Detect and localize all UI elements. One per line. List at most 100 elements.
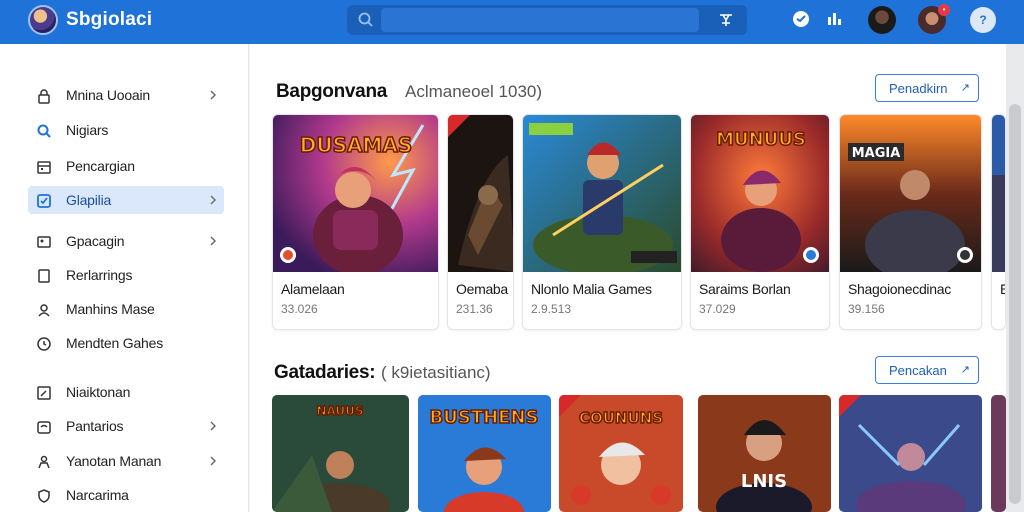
sidebar-item[interactable]: Rerlarrings — [28, 261, 224, 289]
game-title: Alamelaan — [281, 281, 345, 297]
game-cover-image: MUNUUS — [691, 115, 829, 272]
category-cover-title: NAUUS — [316, 404, 363, 418]
gift-icon — [37, 421, 51, 434]
sidebar-item[interactable]: Nigiars — [28, 116, 224, 144]
chevron-right-icon — [210, 456, 216, 466]
scrollbar-thumb[interactable] — [1009, 104, 1021, 504]
notification-badge: • — [938, 4, 950, 16]
checkbox-icon — [37, 194, 51, 208]
category-card[interactable]: LNIS — [698, 395, 831, 512]
category-cover-title: BUSTHENS — [430, 407, 539, 428]
chevron-right-icon — [210, 90, 216, 100]
sidebar-item[interactable]: Pencargian — [28, 152, 224, 180]
game-title: Shagoionecdinac — [848, 281, 951, 297]
game-cover-title: DUSAMAS — [300, 133, 413, 157]
section-action-label: Penadkirn — [889, 80, 948, 96]
category-cover-image: LNIS — [698, 395, 831, 512]
game-cover-image: DUSAMAS — [273, 115, 438, 272]
chevron-right-icon — [210, 236, 216, 246]
category-card[interactable]: COUNUNS — [559, 395, 683, 512]
category-cover-image: COUNUNS — [559, 395, 683, 512]
game-meta: 39.156 — [848, 302, 885, 316]
sidebar-item[interactable]: Pantarios — [28, 412, 224, 440]
section-title: Gatadaries: — [274, 362, 376, 383]
help-button[interactable]: ? — [970, 7, 996, 33]
sidebar-item[interactable]: Narcarima — [28, 481, 224, 509]
avatar[interactable] — [868, 6, 896, 34]
category-cover-title: LNIS — [741, 471, 787, 492]
sidebar-item-label: Mendten Gahes — [66, 335, 164, 351]
chevron-right-icon — [210, 421, 216, 431]
search-bar — [347, 5, 747, 35]
stats-icon[interactable] — [824, 8, 846, 30]
game-card[interactable]: Oemaba 231.36 — [447, 114, 514, 330]
sidebar-item-label: Mnina Uooain — [66, 87, 150, 103]
game-cover-image — [523, 115, 681, 272]
game-title: Saraims Borlan — [699, 281, 791, 297]
sidebar-item-label: Gpacagin — [66, 233, 125, 249]
search-icon[interactable] — [357, 11, 375, 29]
sidebar-item-label: Narcarima — [66, 487, 129, 503]
category-cover-title: COUNUNS — [579, 409, 663, 427]
search-icon — [37, 124, 51, 138]
calendar-icon — [37, 161, 51, 174]
edit-icon — [37, 386, 51, 400]
game-cover-title: MAGIA — [852, 146, 901, 161]
person-icon — [38, 455, 50, 469]
section-action-button[interactable]: Pencakan ↗ — [875, 356, 979, 384]
game-card[interactable]: E — [991, 114, 1006, 330]
game-meta: 2.9.513 — [531, 302, 572, 316]
sidebar-item-label: Nigiars — [66, 122, 109, 138]
lock-icon — [38, 89, 50, 104]
category-cover-image — [991, 395, 1006, 512]
sidebar-item[interactable]: Glapilia — [28, 186, 224, 214]
game-card[interactable]: DUSAMAS Alamelaan 33.026 — [272, 114, 439, 330]
game-cover-title: MUNUUS — [716, 129, 806, 150]
sidebar-item-label: Rerlarrings — [66, 267, 133, 283]
game-meta: 37.029 — [699, 302, 736, 316]
section-title: Bapgonvana — [276, 81, 388, 102]
search-input[interactable] — [381, 8, 699, 32]
game-card[interactable]: MUNUUS Saraims Borlan 37.029 — [690, 114, 830, 330]
sidebar: Mnina Uooain Nigiars Pencargian Glapilia Gpa… — [0, 44, 249, 512]
image-icon — [37, 236, 51, 248]
sidebar-item-label: Pencargian — [66, 158, 135, 174]
game-card[interactable]: MAGIA Shagoionecdinac 39.156 — [839, 114, 982, 330]
game-meta: 231.36 — [456, 302, 493, 316]
game-meta: 33.026 — [281, 302, 318, 316]
game-title: Oemaba — [456, 281, 508, 297]
category-cover-image — [839, 395, 982, 512]
game-cover-image: MAGIA — [840, 115, 981, 272]
chevron-right-icon — [210, 195, 216, 205]
section-subtitle: ( k9ietasitianc) — [381, 363, 491, 382]
sidebar-item-label: Glapilia — [66, 192, 112, 208]
sidebar-item[interactable]: Mnina Uooain — [28, 81, 224, 109]
sidebar-item[interactable]: Mendten Gahes — [28, 329, 224, 357]
category-card[interactable] — [839, 395, 982, 512]
square-icon — [38, 269, 50, 283]
game-cover-image — [992, 115, 1005, 272]
category-card[interactable]: NAUUS — [272, 395, 409, 512]
section-action-label: Pencakan — [889, 362, 947, 378]
filter-icon[interactable] — [717, 11, 735, 29]
user-icon — [38, 304, 50, 317]
game-card[interactable]: Nlonlo Malia Games 2.9.513 — [522, 114, 682, 330]
sidebar-item[interactable]: Niaiktonan — [28, 378, 224, 406]
sidebar-item[interactable]: Manhins Mase — [28, 295, 224, 323]
app-title: Sbgiolaci — [66, 9, 153, 30]
category-card[interactable] — [991, 395, 1006, 512]
category-card[interactable]: BUSTHENS — [418, 395, 551, 512]
scrollbar[interactable] — [1006, 44, 1024, 512]
app-logo[interactable] — [28, 5, 58, 35]
sidebar-item[interactable]: Gpacagin — [28, 227, 224, 255]
game-title: Nlonlo Malia Games — [531, 281, 652, 297]
chat-icon[interactable] — [790, 8, 812, 30]
arrow-icon: ↗ — [960, 82, 970, 94]
category-cover-image: NAUUS — [272, 395, 409, 512]
sidebar-item-label: Yanotan Manan — [66, 453, 162, 469]
section-action-button[interactable]: Penadkirn ↗ — [875, 74, 979, 102]
shield-icon — [38, 489, 50, 503]
clock-icon — [37, 337, 51, 351]
sidebar-item-label: Pantarios — [66, 418, 124, 434]
sidebar-item[interactable]: Yanotan Manan — [28, 447, 224, 475]
